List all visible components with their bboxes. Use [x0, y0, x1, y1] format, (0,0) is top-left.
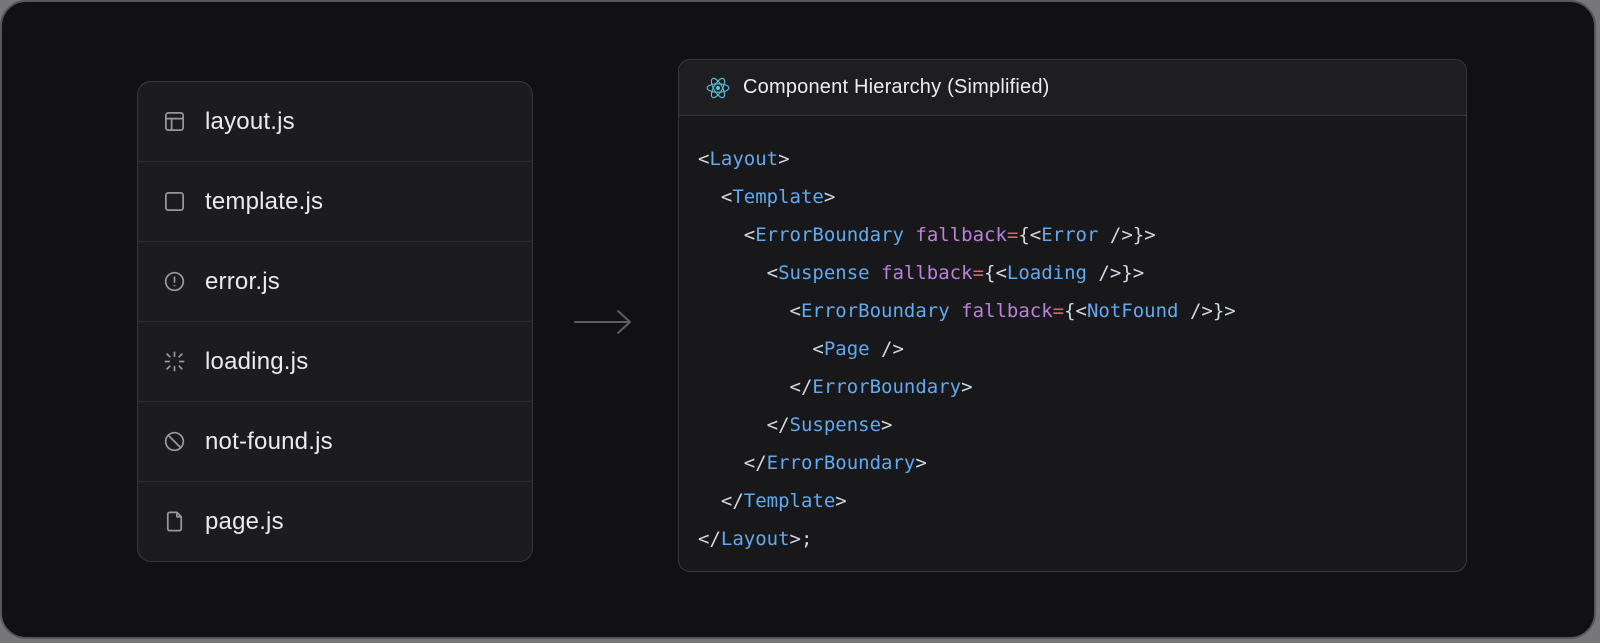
- code-card-title: Component Hierarchy (Simplified): [743, 76, 1050, 99]
- code-token: />}>: [1098, 224, 1155, 246]
- diagram-frame: layout.js template.js error.js loading.js no…: [0, 0, 1596, 639]
- code-token: Suspense: [778, 262, 870, 284]
- code-line: </Layout>;: [698, 520, 1446, 558]
- code-token: {<: [984, 262, 1007, 284]
- code-token: Suspense: [790, 414, 882, 436]
- code-line: <Layout>: [698, 140, 1446, 178]
- code-token: </: [698, 452, 767, 474]
- arrow-right-icon: [572, 308, 638, 336]
- loader-icon: [163, 350, 186, 373]
- code-token: [870, 262, 881, 284]
- code-token: >: [778, 148, 789, 170]
- code-token: Error: [1041, 224, 1098, 246]
- file-list-item: error.js: [138, 242, 532, 322]
- code-token: >: [824, 186, 835, 208]
- code-token: NotFound: [1087, 300, 1179, 322]
- code-token: <: [698, 148, 709, 170]
- file-list: layout.js template.js error.js loading.js no…: [138, 82, 532, 561]
- code-token: fallback: [915, 224, 1007, 246]
- file-label: page.js: [205, 508, 284, 536]
- panels-top-left-icon: [163, 110, 186, 133]
- code-token: Template: [744, 490, 836, 512]
- code-token: >: [881, 414, 892, 436]
- file-label: error.js: [205, 268, 280, 296]
- code-line: </Template>: [698, 482, 1446, 520]
- code-token: ErrorBoundary: [801, 300, 950, 322]
- file-icon: [163, 510, 186, 533]
- code-line: </Suspense>: [698, 406, 1446, 444]
- file-list-item: not-found.js: [138, 402, 532, 482]
- code-token: <: [698, 300, 801, 322]
- alert-circle-icon: [163, 270, 186, 293]
- code-line: <ErrorBoundary fallback={<Error />}>: [698, 216, 1446, 254]
- code-token: Page: [824, 338, 870, 360]
- code-token: <: [698, 224, 755, 246]
- square-icon: [163, 190, 186, 213]
- ban-icon: [163, 430, 186, 453]
- file-list-item: loading.js: [138, 322, 532, 402]
- code-token: </: [698, 414, 790, 436]
- code-token: <: [698, 338, 824, 360]
- code-token: />}>: [1179, 300, 1236, 322]
- code-token: ErrorBoundary: [767, 452, 916, 474]
- code-token: Layout: [721, 528, 790, 550]
- code-token: >: [961, 376, 972, 398]
- code-block: <Layout> <Template> <ErrorBoundary fallb…: [679, 116, 1466, 558]
- code-token: ErrorBoundary: [755, 224, 904, 246]
- react-icon: [706, 77, 730, 99]
- code-token: <: [698, 186, 732, 208]
- code-line: </ErrorBoundary>: [698, 368, 1446, 406]
- code-token: Template: [732, 186, 824, 208]
- code-token: </: [698, 490, 744, 512]
- code-token: Layout: [709, 148, 778, 170]
- code-token: />: [870, 338, 904, 360]
- code-token: Loading: [1007, 262, 1087, 284]
- file-list-item: page.js: [138, 482, 532, 561]
- code-token: </: [698, 376, 812, 398]
- code-token: fallback: [961, 300, 1053, 322]
- code-token: ErrorBoundary: [812, 376, 961, 398]
- code-line: <ErrorBoundary fallback={<NotFound />}>: [698, 292, 1446, 330]
- code-line: <Template>: [698, 178, 1446, 216]
- code-token: >: [915, 452, 926, 474]
- code-token: </: [698, 528, 721, 550]
- file-label: loading.js: [205, 348, 308, 376]
- file-label: template.js: [205, 188, 323, 216]
- code-token: {<: [1064, 300, 1087, 322]
- code-token: />}>: [1087, 262, 1144, 284]
- code-hierarchy-card: Component Hierarchy (Simplified) <Layout…: [678, 59, 1467, 572]
- code-line: <Suspense fallback={<Loading />}>: [698, 254, 1446, 292]
- code-line: </ErrorBoundary>: [698, 444, 1446, 482]
- code-token: {<: [1018, 224, 1041, 246]
- code-token: =: [1053, 300, 1064, 322]
- file-label: layout.js: [205, 108, 295, 136]
- code-card-header: Component Hierarchy (Simplified): [679, 60, 1466, 116]
- code-token: =: [1007, 224, 1018, 246]
- code-token: fallback: [881, 262, 973, 284]
- file-list-item: layout.js: [138, 82, 532, 162]
- code-line: <Page />: [698, 330, 1446, 368]
- code-token: =: [973, 262, 984, 284]
- file-list-item: template.js: [138, 162, 532, 242]
- code-token: [904, 224, 915, 246]
- code-token: >;: [790, 528, 813, 550]
- code-token: >: [835, 490, 846, 512]
- file-list-card: layout.js template.js error.js loading.js no…: [137, 81, 533, 562]
- code-token: <: [698, 262, 778, 284]
- file-label: not-found.js: [205, 428, 333, 456]
- code-token: [950, 300, 961, 322]
